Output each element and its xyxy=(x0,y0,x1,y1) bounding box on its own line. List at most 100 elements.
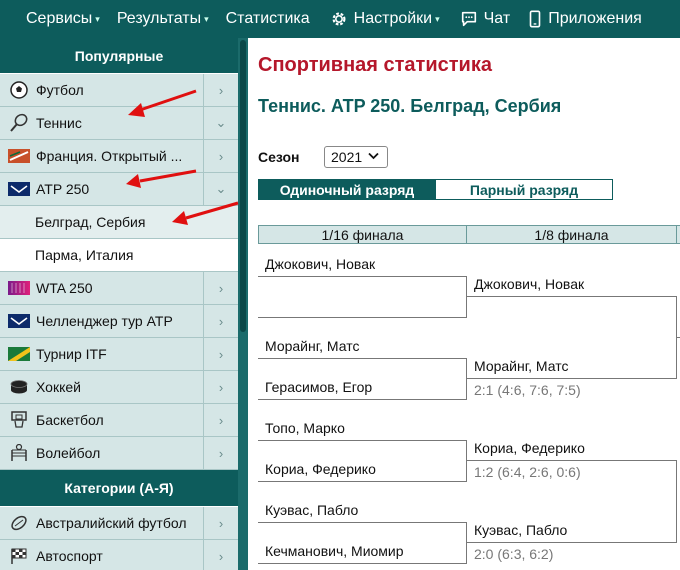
bracket-line xyxy=(258,276,467,277)
volleyball-icon xyxy=(8,444,30,462)
popular-header: Популярные xyxy=(0,38,238,74)
sidebar-item-football[interactable]: Футбол › xyxy=(0,74,238,107)
page-title: Спортивная статистика xyxy=(258,54,492,76)
aussie-football-icon xyxy=(8,514,30,532)
bracket-line xyxy=(258,440,467,441)
chevron-right-icon[interactable]: › xyxy=(203,305,238,337)
round-header-1-8: 1/8 финала xyxy=(466,225,677,244)
bracket-line xyxy=(258,563,467,564)
chevron-right-icon[interactable]: › xyxy=(203,272,238,304)
itf-logo-icon xyxy=(8,345,30,363)
sidebar-item-basketball[interactable]: Баскетбол › xyxy=(0,404,238,437)
nav-services-label: Сервисы xyxy=(26,10,93,27)
bracket-line xyxy=(466,460,677,461)
phone-icon xyxy=(529,10,541,28)
nav-services[interactable]: Сервисы ▾ xyxy=(26,0,100,38)
main-content: Спортивная статистика Теннис. ATP 250. Б… xyxy=(248,38,680,570)
sidebar-item-label: Турнир ITF xyxy=(36,346,107,362)
nav-statistics-label: Статистика xyxy=(225,10,310,27)
bracket-player: Морайнг, Матс xyxy=(474,358,569,374)
season-label: Сезон xyxy=(258,149,300,165)
roland-garros-icon xyxy=(8,147,30,165)
sidebar-item-label: Парма, Италия xyxy=(35,247,134,263)
chevron-down-icon[interactable]: ⌄ xyxy=(203,107,238,139)
sidebar-item-motorsport[interactable]: Автоспорт › xyxy=(0,540,238,570)
bracket-line xyxy=(258,399,467,400)
chevron-down-icon: ▾ xyxy=(95,13,100,24)
sidebar-item-aussie-football[interactable]: Австралийский футбол › xyxy=(0,507,238,540)
sidebar-item-label: Белград, Сербия xyxy=(35,214,146,230)
nav-results-label: Результаты xyxy=(116,10,202,27)
chevron-right-icon[interactable]: › xyxy=(203,74,238,106)
nav-settings[interactable]: Настройки ▾ xyxy=(330,0,440,38)
sidebar-item-label: Франция. Открытый ... xyxy=(36,148,183,164)
nav-apps-label: Приложения xyxy=(548,10,642,27)
sidebar-item-label: Автоспорт xyxy=(36,548,103,564)
scrollbar-thumb[interactable] xyxy=(240,40,246,332)
round-header-1-16: 1/16 финала xyxy=(258,225,467,244)
bracket-player: Кориа, Федерико xyxy=(265,461,376,477)
tab-doubles[interactable]: Парный разряд xyxy=(436,179,613,200)
bracket-line xyxy=(676,460,677,542)
sidebar-item-label: WTA 250 xyxy=(36,280,93,296)
sidebar-item-label: Теннис xyxy=(36,115,82,131)
sidebar-item-belgrade[interactable]: Белград, Сербия xyxy=(0,206,238,239)
round-header-next xyxy=(676,225,680,244)
chevron-right-icon[interactable]: › xyxy=(203,404,238,436)
sidebar-item-roland-garros[interactable]: Франция. Открытый ... › xyxy=(0,140,238,173)
bracket-line xyxy=(466,296,677,297)
sidebar-item-hockey[interactable]: Хоккей › xyxy=(0,371,238,404)
sidebar-scrollbar[interactable] xyxy=(238,38,248,570)
chevron-right-icon[interactable]: › xyxy=(203,540,238,570)
chevron-down-icon[interactable]: ⌄ xyxy=(203,173,238,205)
top-nav: Сервисы ▾ Результаты ▾ Статистика Настро… xyxy=(0,0,680,38)
chevron-right-icon[interactable]: › xyxy=(203,507,238,539)
hockey-puck-icon xyxy=(8,378,30,396)
season-select[interactable]: 2021 xyxy=(324,146,388,168)
chevron-down-icon: ▾ xyxy=(204,13,209,24)
tab-singles[interactable]: Одиночный разряд xyxy=(258,179,436,200)
soccer-ball-icon xyxy=(8,81,30,99)
bracket-player: Куэвас, Пабло xyxy=(474,522,568,538)
sidebar-item-parma[interactable]: Парма, Италия xyxy=(0,239,238,272)
chevron-right-icon[interactable]: › xyxy=(203,371,238,403)
bracket-line xyxy=(676,337,680,338)
chevron-down-icon: ▾ xyxy=(435,13,440,24)
match-score: 1:2 (6:4, 2:6, 0:6) xyxy=(474,464,581,480)
nav-chat-label: Чат xyxy=(483,10,511,27)
bracket-player: Герасимов, Егор xyxy=(265,379,373,395)
season-value: 2021 xyxy=(331,149,363,165)
bracket-player: Кечманович, Миомир xyxy=(265,543,404,559)
bracket-player: Джокович, Новак xyxy=(474,276,585,292)
sidebar-item-label: ATP 250 xyxy=(36,181,90,197)
sidebar-item-tennis[interactable]: Теннис ⌄ xyxy=(0,107,238,140)
chevron-right-icon[interactable]: › xyxy=(203,338,238,370)
nav-statistics[interactable]: Статистика xyxy=(226,0,310,38)
nav-chat[interactable]: Чат xyxy=(460,0,511,38)
sidebar-item-label: Футбол xyxy=(36,82,84,98)
bracket-player: Джокович, Новак xyxy=(265,256,376,272)
sidebar-item-atp250[interactable]: ATP 250 ⌄ xyxy=(0,173,238,206)
sidebar-item-wta250[interactable]: WTA 250 › xyxy=(0,272,238,305)
sidebar-item-label: Хоккей xyxy=(36,379,81,395)
sidebar-item-atp-challenger[interactable]: Челленджер тур ATP › xyxy=(0,305,238,338)
bracket-player: Топо, Марко xyxy=(265,420,345,436)
sidebar-item-volleyball[interactable]: Волейбол › xyxy=(0,437,238,470)
atp-logo-icon xyxy=(8,180,30,198)
checkered-flag-icon xyxy=(8,547,30,565)
nav-apps[interactable]: Приложения xyxy=(528,0,642,38)
chat-icon xyxy=(461,11,476,27)
nav-results[interactable]: Результаты ▾ xyxy=(117,0,209,38)
wta-logo-icon xyxy=(8,279,30,297)
match-score: 2:1 (4:6, 7:6, 7:5) xyxy=(474,382,581,398)
sidebar-item-label: Австралийский футбол xyxy=(36,515,187,531)
tournament-title: Теннис. ATP 250. Белград, Сербия xyxy=(258,96,562,116)
bracket-line xyxy=(466,378,677,379)
chevron-right-icon[interactable]: › xyxy=(203,437,238,469)
sidebar-item-label: Баскетбол xyxy=(36,412,104,428)
bracket-line xyxy=(258,358,467,359)
bracket-line xyxy=(258,317,467,318)
sidebar-item-itf[interactable]: Турнир ITF › xyxy=(0,338,238,371)
chevron-right-icon[interactable]: › xyxy=(203,140,238,172)
bracket-player: Морайнг, Матс xyxy=(265,338,360,354)
